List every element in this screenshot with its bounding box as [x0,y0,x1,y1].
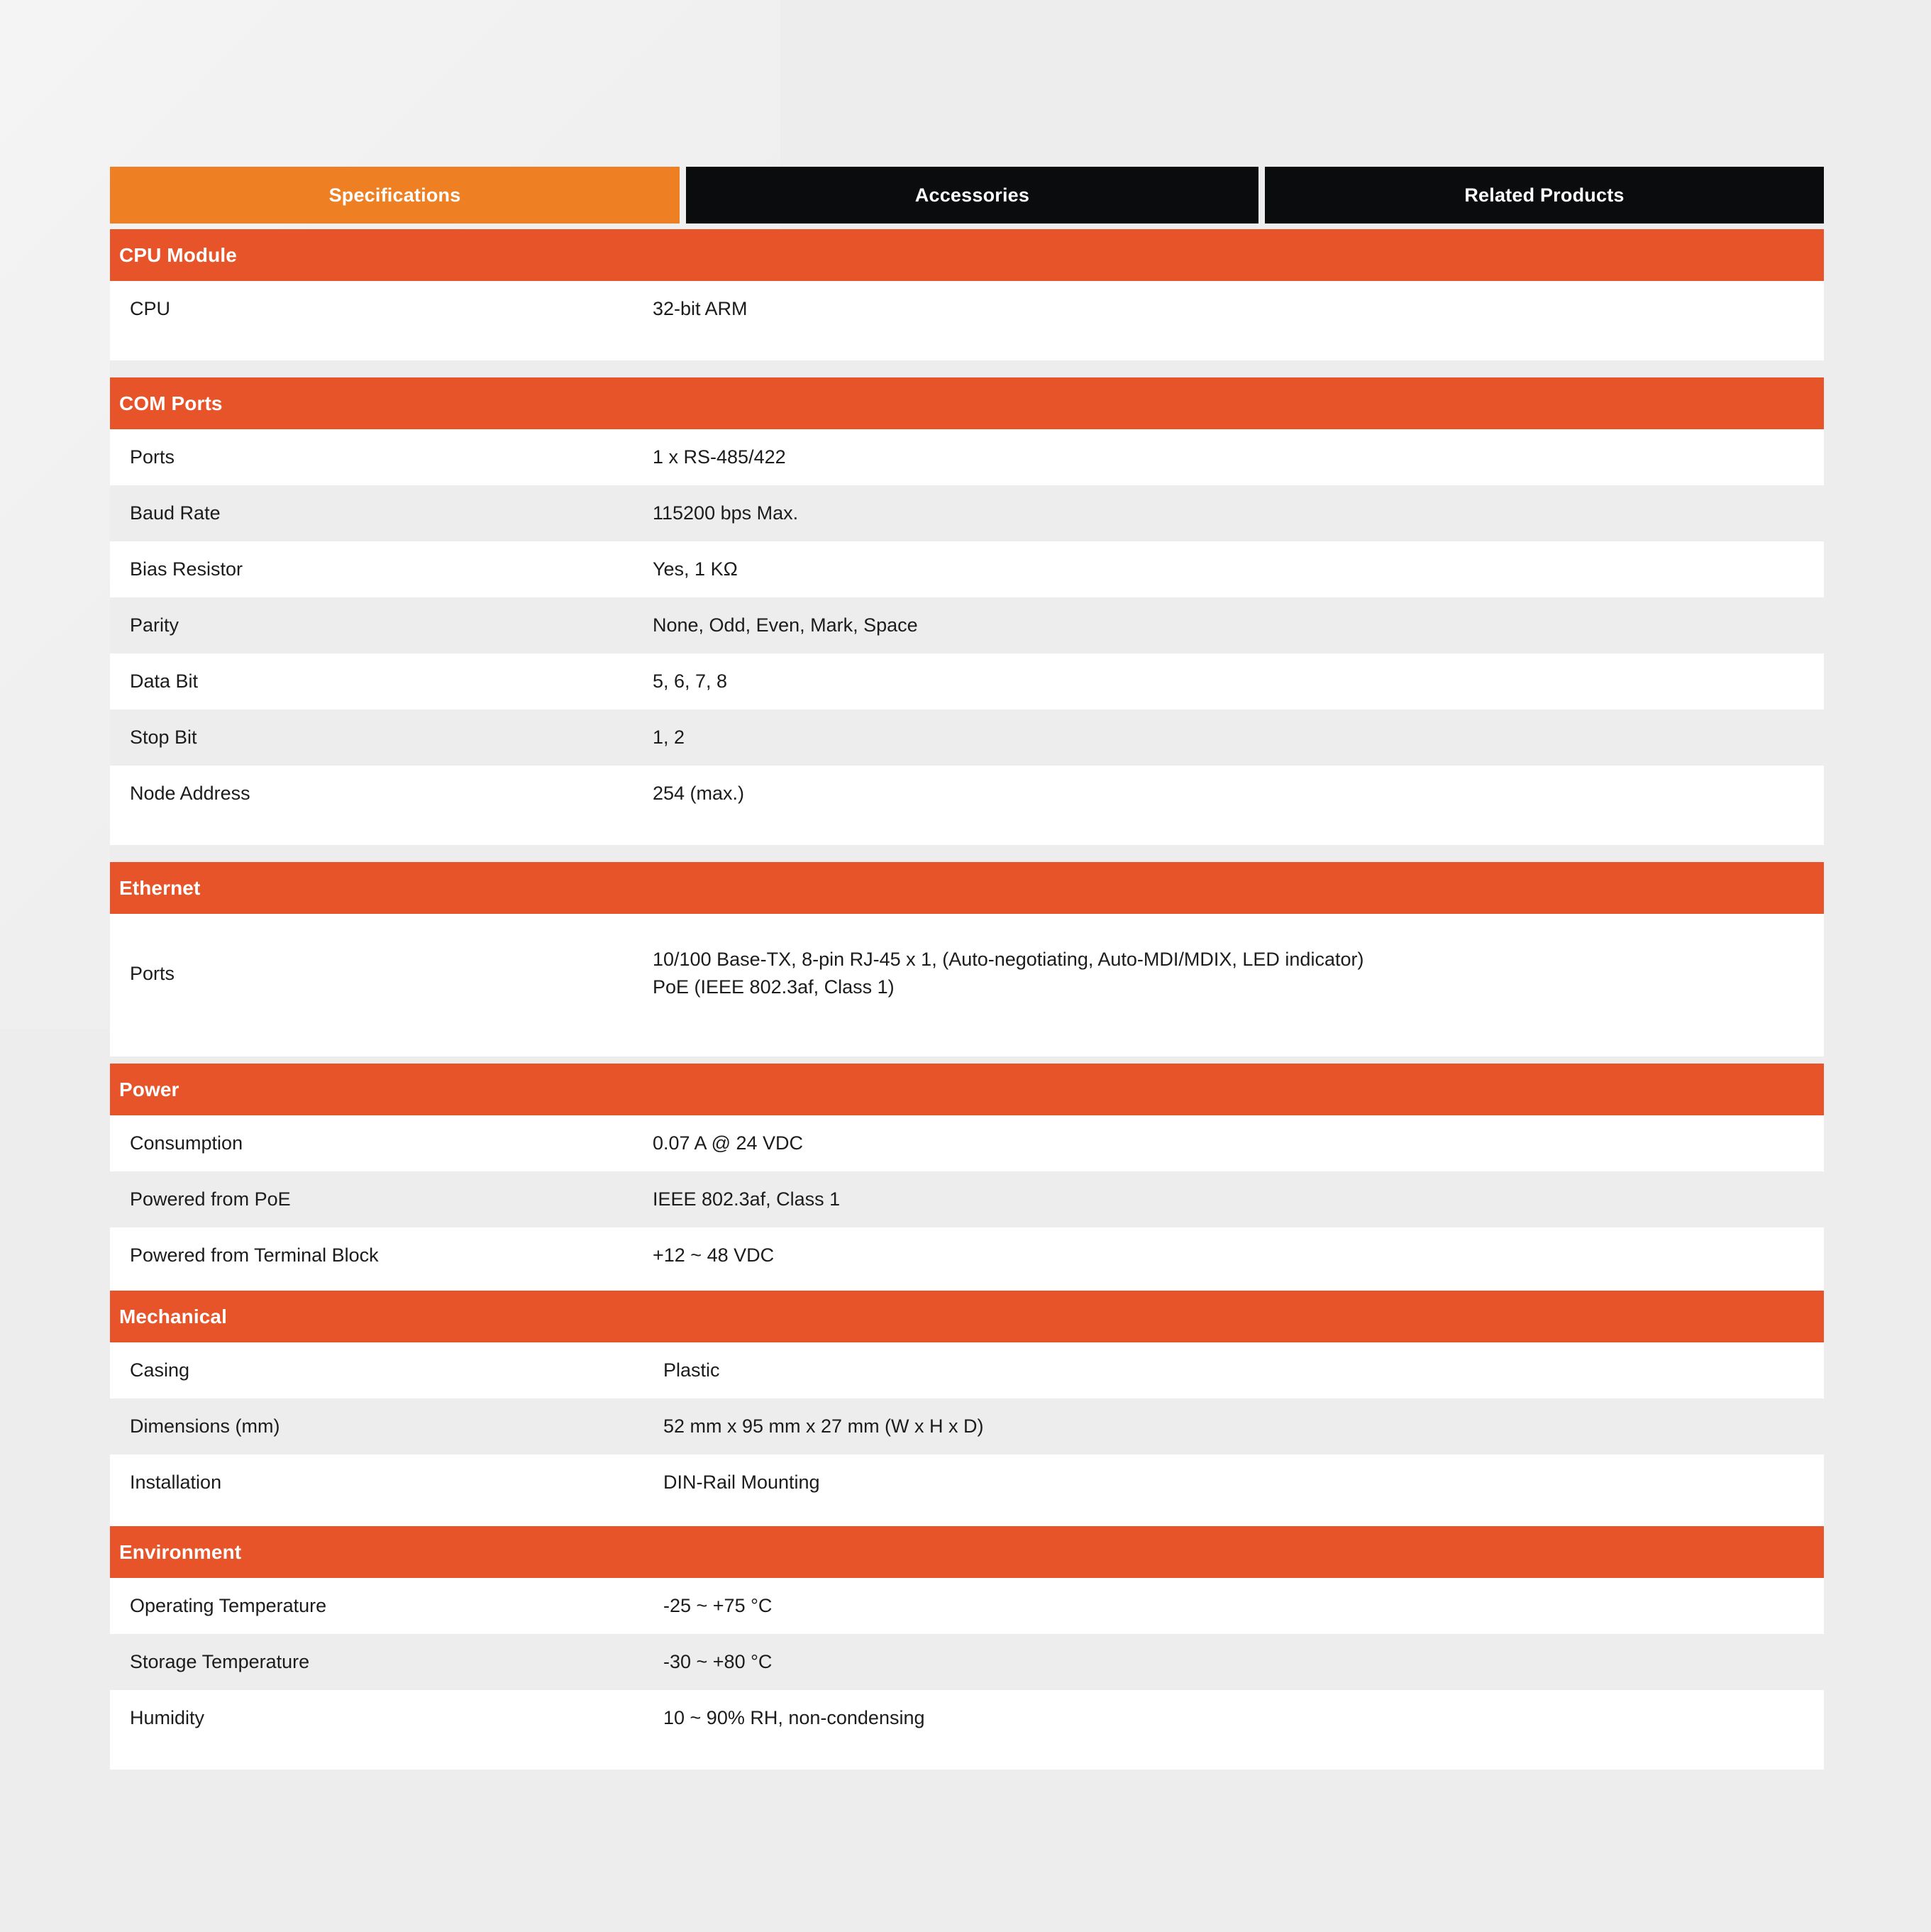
table-row: Ports 1 x RS-485/422 [110,429,1824,485]
section-header-environment: Environment [110,1526,1824,1578]
row-key: Installation [130,1472,222,1494]
table-row: Dimensions (mm) 52 mm x 95 mm x 27 mm (W… [110,1398,1824,1454]
row-value: -30 ~ +80 °C [663,1650,773,1672]
row-key: Parity [130,614,179,636]
section-rows-power: Consumption 0.07 A @ 24 VDC Powered from… [110,1115,1824,1291]
row-key: Data Bit [130,670,199,692]
row-value: 5, 6, 7, 8 [653,670,728,692]
row-key: Powered from Terminal Block [130,1244,379,1266]
section-rows-cpu-module: CPU 32-bit ARM [110,281,1824,360]
row-key: Ports [130,446,175,468]
section-title: Power [119,1078,179,1100]
row-key: Dimensions (mm) [130,1415,280,1437]
row-key: Operating Temperature [130,1595,327,1617]
row-value: -25 ~ +75 °C [663,1594,773,1616]
row-key: Humidity [130,1707,205,1729]
row-value: 254 (max.) [653,782,745,804]
section-header-cpu-module: CPU Module [110,229,1824,281]
table-row: Data Bit 5, 6, 7, 8 [110,653,1824,710]
section-title: Environment [119,1540,242,1563]
tab-related-products[interactable]: Related Products [1264,167,1824,223]
row-value: None, Odd, Even, Mark, Space [653,614,918,636]
row-key: Powered from PoE [130,1188,291,1210]
tab-accessories[interactable]: Accessories [685,167,1258,223]
section-header-ethernet: Ethernet [110,862,1824,914]
tab-accessories-label: Accessories [914,184,1030,206]
table-row: Consumption 0.07 A @ 24 VDC [110,1115,1824,1171]
section-mechanical: Mechanical Casing Plastic Dimensions (mm… [110,1291,1824,1526]
tab-specifications-label: Specifications [328,184,461,206]
section-rows-com-ports: Ports 1 x RS-485/422 Baud Rate 115200 bp… [110,429,1824,845]
tab-bar: Specifications Accessories Related Produ… [110,167,1824,223]
section-header-mechanical: Mechanical [110,1291,1824,1342]
table-row: Baud Rate 115200 bps Max. [110,485,1824,541]
section-gap [110,360,1824,377]
row-value: 1 x RS-485/422 [653,446,786,468]
row-key: Stop Bit [130,727,197,749]
row-key: Baud Rate [130,502,221,524]
section-environment: Environment Operating Temperature -25 ~ … [110,1526,1824,1770]
row-key: Node Address [130,783,250,805]
table-row: Operating Temperature -25 ~ +75 °C [110,1578,1824,1634]
table-row: CPU 32-bit ARM [110,281,1824,337]
section-tail [110,1746,1824,1770]
row-value: +12 ~ 48 VDC [653,1244,775,1266]
table-row: Installation DIN-Rail Mounting [110,1454,1824,1511]
section-com-ports: COM Ports Ports 1 x RS-485/422 Baud Rate… [110,377,1824,845]
table-row: Node Address 254 (max.) [110,766,1824,822]
tab-specifications[interactable]: Specifications [110,167,680,223]
row-value: 1, 2 [653,726,685,748]
tab-related-products-label: Related Products [1464,184,1625,206]
section-title: Mechanical [119,1305,227,1327]
section-header-power: Power [110,1064,1824,1115]
row-value: 10/100 Base-TX, 8-pin RJ-45 x 1, (Auto-n… [653,948,1364,998]
row-value: IEEE 802.3af, Class 1 [653,1188,841,1210]
row-value: Yes, 1 KΩ [653,558,738,580]
table-row: Parity None, Odd, Even, Mark, Space [110,597,1824,653]
row-value: 10 ~ 90% RH, non-condensing [663,1706,925,1728]
section-tail [110,337,1824,360]
section-rows-environment: Operating Temperature -25 ~ +75 °C Stora… [110,1578,1824,1770]
row-key: CPU [130,298,171,320]
row-value: 32-bit ARM [653,297,748,319]
row-value: 52 mm x 95 mm x 27 mm (W x H x D) [663,1415,984,1437]
section-tail [110,822,1824,845]
specifications-table: CPU Module CPU 32-bit ARM COM Ports Port… [110,229,1824,1770]
spec-panel: Specifications Accessories Related Produ… [110,167,1824,1770]
row-value: DIN-Rail Mounting [663,1471,820,1493]
table-row: Bias Resistor Yes, 1 KΩ [110,541,1824,597]
table-row: Storage Temperature -30 ~ +80 °C [110,1634,1824,1690]
table-row: Powered from Terminal Block +12 ~ 48 VDC [110,1227,1824,1284]
section-title: CPU Module [119,243,237,266]
product-specifications-page: Specifications Accessories Related Produ… [0,0,1931,1932]
table-row: Stop Bit 1, 2 [110,710,1824,766]
section-title: COM Ports [119,392,223,414]
row-key: Bias Resistor [130,558,243,580]
table-row: Casing Plastic [110,1342,1824,1398]
section-rows-ethernet: Ports 10/100 Base-TX, 8-pin RJ-45 x 1, (… [110,914,1824,1056]
row-key: Consumption [130,1132,243,1154]
section-tail [110,1511,1824,1526]
table-row: Ports 10/100 Base-TX, 8-pin RJ-45 x 1, (… [110,914,1824,1033]
section-ethernet: Ethernet Ports 10/100 Base-TX, 8-pin RJ-… [110,862,1824,1056]
row-key: Ports [130,962,175,984]
section-rows-mechanical: Casing Plastic Dimensions (mm) 52 mm x 9… [110,1342,1824,1526]
section-gap [110,1056,1824,1064]
section-header-com-ports: COM Ports [110,377,1824,429]
row-key: Casing [130,1359,190,1381]
table-row: Humidity 10 ~ 90% RH, non-condensing [110,1690,1824,1746]
row-value: Plastic [663,1359,720,1381]
section-cpu-module: CPU Module CPU 32-bit ARM [110,229,1824,360]
row-key: Storage Temperature [130,1651,310,1673]
section-gap [110,845,1824,862]
row-value: 0.07 A @ 24 VDC [653,1132,804,1154]
row-value: 115200 bps Max. [653,502,799,524]
table-row: Powered from PoE IEEE 802.3af, Class 1 [110,1171,1824,1227]
section-tail [110,1033,1824,1056]
section-title: Ethernet [119,876,201,899]
section-tail [110,1284,1824,1291]
section-power: Power Consumption 0.07 A @ 24 VDC Powere… [110,1064,1824,1291]
